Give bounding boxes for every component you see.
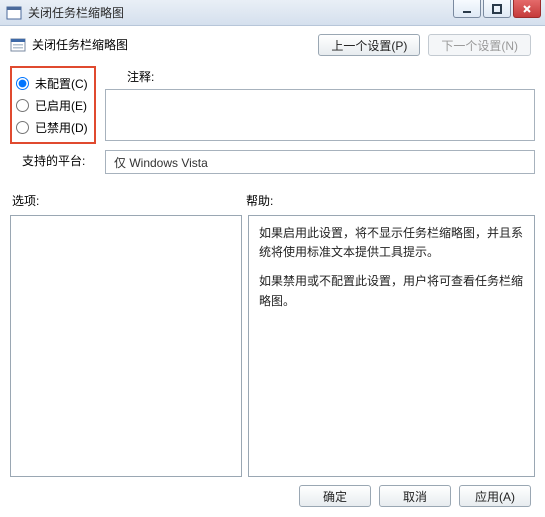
- maximize-button[interactable]: [483, 0, 511, 18]
- help-label: 帮助:: [246, 192, 535, 209]
- apply-button[interactable]: 应用(A): [459, 485, 531, 507]
- options-pane: [10, 215, 242, 477]
- comment-label: 注释:: [105, 66, 535, 89]
- comment-textarea[interactable]: [105, 89, 535, 141]
- window-controls: [453, 0, 541, 18]
- policy-icon: [10, 37, 26, 53]
- radio-not-configured[interactable]: 未配置(C): [16, 72, 90, 94]
- policy-title: 关闭任务栏缩略图: [10, 34, 128, 53]
- next-setting-button: 下一个设置(N): [428, 34, 531, 56]
- minimize-button[interactable]: [453, 0, 481, 18]
- help-paragraph: 如果启用此设置，将不显示任务栏缩略图，并且系统将使用标准文本提供工具提示。: [259, 224, 524, 262]
- radio-enabled-input[interactable]: [16, 99, 29, 112]
- supported-platform-label: 支持的平台:: [10, 144, 105, 169]
- radio-not-configured-label: 未配置(C): [35, 75, 88, 92]
- window-title: 关闭任务栏缩略图: [28, 4, 124, 21]
- ok-button[interactable]: 确定: [299, 485, 371, 507]
- policy-state-radiogroup: 未配置(C) 已启用(E) 已禁用(D): [10, 66, 96, 144]
- radio-disabled-input[interactable]: [16, 121, 29, 134]
- window-icon: [6, 5, 22, 21]
- radio-not-configured-input[interactable]: [16, 77, 29, 90]
- help-pane: 如果启用此设置，将不显示任务栏缩略图，并且系统将使用标准文本提供工具提示。 如果…: [248, 215, 535, 477]
- dialog-body: 关闭任务栏缩略图 上一个设置(P) 下一个设置(N) 未配置(C) 已启用(E)…: [0, 26, 545, 517]
- cancel-button[interactable]: 取消: [379, 485, 451, 507]
- help-paragraph: 如果禁用或不配置此设置，用户将可查看任务栏缩略图。: [259, 272, 524, 310]
- radio-disabled[interactable]: 已禁用(D): [16, 116, 90, 138]
- policy-title-text: 关闭任务栏缩略图: [32, 36, 128, 53]
- radio-enabled-label: 已启用(E): [35, 97, 87, 114]
- close-button[interactable]: [513, 0, 541, 18]
- radio-disabled-label: 已禁用(D): [35, 119, 88, 136]
- options-label: 选项:: [10, 192, 246, 209]
- window-titlebar: 关闭任务栏缩略图: [0, 0, 545, 26]
- radio-enabled[interactable]: 已启用(E): [16, 94, 90, 116]
- spacer: [259, 262, 524, 272]
- previous-setting-button[interactable]: 上一个设置(P): [318, 34, 420, 56]
- supported-platform-value: 仅 Windows Vista: [105, 150, 535, 174]
